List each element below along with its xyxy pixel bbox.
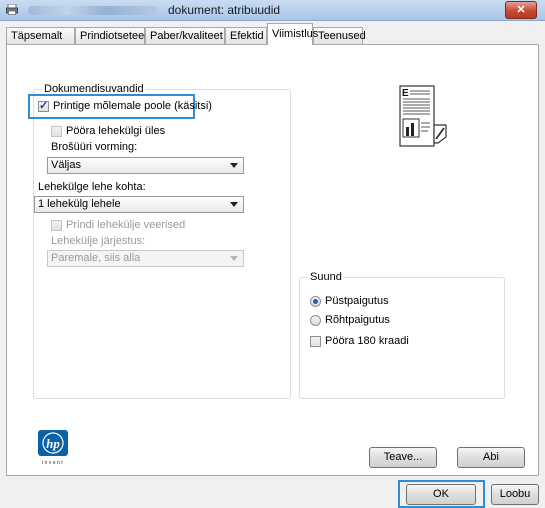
hp-logo-icon: hp invent: [38, 430, 68, 466]
help-button[interactable]: Abi: [457, 447, 525, 468]
hp-logo-tagline: invent: [42, 460, 64, 466]
print-both-sides-label: Printige mõlemale poole (käsitsi): [53, 100, 212, 112]
orientation-title: Suund: [308, 271, 344, 283]
print-page-borders-checkbox[interactable]: Prindi lehekülje veerised: [51, 219, 185, 231]
booklet-layout-dropdown[interactable]: Väljas: [47, 157, 244, 174]
portrait-radio[interactable]: Püstpaigutus: [310, 295, 389, 307]
svg-text:E: E: [402, 88, 409, 99]
portrait-label: Püstpaigutus: [325, 295, 389, 307]
tab-services[interactable]: Teenused: [313, 27, 366, 44]
print-page-borders-label: Prindi lehekülje veerised: [66, 219, 186, 231]
checkbox-box[interactable]: [51, 219, 62, 231]
pages-per-sheet-label: Lehekülge lehe kohta:: [38, 181, 146, 193]
ok-button[interactable]: OK: [406, 484, 476, 505]
booklet-layout-value: Väljas: [51, 159, 81, 171]
window-title: dokument: atribuudid: [168, 3, 281, 17]
hp-logo: hp invent: [38, 430, 68, 466]
about-button[interactable]: Teave...: [369, 447, 437, 468]
page-order-label: Lehekülje järjestus:: [51, 235, 146, 247]
close-button[interactable]: ✕: [505, 1, 537, 19]
tab-advanced[interactable]: Täpsemalt: [6, 27, 75, 44]
radio-dot[interactable]: [310, 295, 321, 307]
close-icon: ✕: [516, 4, 526, 16]
title-obscured-printer-name: [28, 6, 158, 15]
cancel-button[interactable]: Loobu: [491, 484, 539, 505]
page-order-dropdown[interactable]: Paremale, siis alla: [47, 250, 244, 267]
dropdown-arrow-icon: [230, 163, 238, 168]
flip-pages-up-label: Pööra lehekülgi üles: [66, 125, 166, 137]
checkbox-box[interactable]: [51, 125, 62, 137]
flip-pages-up-checkbox[interactable]: Pööra lehekülgi üles: [51, 125, 165, 137]
rotate-180-label: Pööra 180 kraadi: [325, 335, 409, 347]
tab-printing-shortcuts[interactable]: Prindiotseteed: [75, 27, 150, 44]
dropdown-arrow-icon: [230, 202, 238, 207]
page-order-value: Paremale, siis alla: [51, 252, 141, 264]
tab-effects[interactable]: Efektid: [225, 27, 267, 44]
checkbox-box[interactable]: [310, 335, 321, 347]
pages-per-sheet-value: 1 lehekülg lehele: [38, 198, 121, 210]
tab-finishing[interactable]: Viimistlus: [267, 23, 318, 45]
landscape-label: Rõhtpaigutus: [325, 314, 390, 326]
rotate-180-checkbox[interactable]: Pööra 180 kraadi: [310, 335, 409, 347]
pages-per-sheet-dropdown[interactable]: 1 lehekülg lehele: [34, 196, 244, 213]
landscape-radio[interactable]: Rõhtpaigutus: [310, 314, 390, 326]
finishing-panel: Dokumendisuvandid Printige mõlemale pool…: [6, 44, 539, 476]
document-preview-icon: E: [399, 85, 447, 147]
title-bar: dokument: atribuudid ✕: [0, 0, 545, 21]
dropdown-arrow-icon: [230, 256, 238, 261]
checkbox-box[interactable]: [38, 99, 49, 112]
hp-logo-text: hp: [46, 436, 60, 451]
print-both-sides-checkbox[interactable]: Printige mõlemale poole (käsitsi): [38, 99, 212, 112]
booklet-layout-label: Brošüüri vorming:: [51, 141, 138, 153]
printer-properties-dialog: dokument: atribuudid ✕ Täpsemalt Prindio…: [0, 0, 545, 508]
radio-dot[interactable]: [310, 314, 321, 326]
tab-paper-quality[interactable]: Paber/kvaliteet: [145, 27, 225, 44]
printer-icon: [6, 4, 18, 15]
